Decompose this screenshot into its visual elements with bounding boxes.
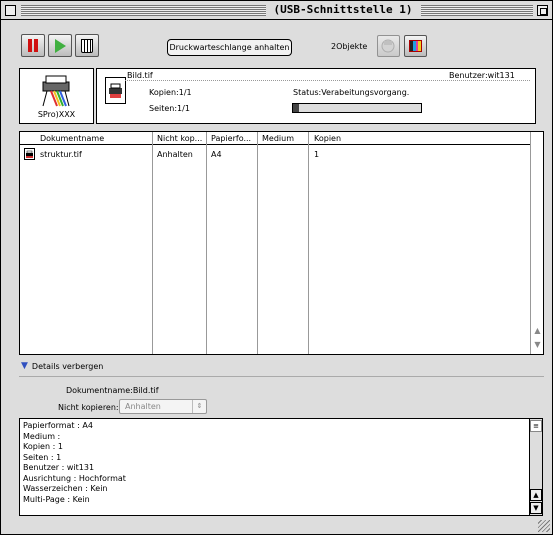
details-line: Ausrichtung : Hochformat (23, 473, 126, 483)
detail-hold-label: Nicht kopieren: (58, 403, 119, 412)
resize-grip-icon[interactable] (538, 520, 550, 532)
ink-levels-icon (381, 39, 395, 53)
col-divider (152, 132, 153, 354)
pause-queue-button[interactable]: Druckwarteschlange anhalten (167, 39, 292, 56)
close-box[interactable] (5, 5, 16, 16)
play-icon (54, 38, 66, 53)
disclosure-triangle-icon[interactable]: ▼ (21, 361, 28, 371)
pause-button[interactable] (21, 34, 45, 57)
detail-document-name: Dokumentname:Bild.tif (66, 386, 159, 395)
details-toggle-label: Details verbergen (31, 361, 104, 371)
scroll-down-icon[interactable]: ▼ (530, 502, 542, 514)
printer-name: SPro)XXX (37, 110, 76, 119)
table-header: Dokumentname Nicht kop... Papierfo... Me… (20, 132, 543, 145)
details-line: Wasserzeichen : Kein (23, 484, 108, 493)
col-header-medium[interactable]: Medium (262, 134, 294, 143)
hold-select-value: Anhalten (125, 402, 161, 411)
print-queue-window: (USB-Schnittstelle 1) Druckwarteschlange… (0, 0, 553, 535)
scroll-up-icon[interactable]: ▲ (530, 489, 542, 501)
object-count: 2Objekte (331, 42, 368, 51)
printer-icon (42, 75, 70, 107)
document-icon (105, 77, 126, 104)
trash-icon (81, 38, 93, 53)
cell-copies: 1 (314, 150, 320, 159)
current-copies: Kopien:1/1 (149, 88, 192, 97)
document-file-icon (24, 148, 35, 160)
details-separator (19, 376, 544, 377)
window-title: (USB-Schnittstelle 1) (268, 3, 418, 16)
col-header-copies[interactable]: Kopien (314, 134, 341, 143)
details-textarea[interactable]: Papierformat : A4 Medium : Kopien : 1 Seite… (19, 418, 543, 516)
zoom-box[interactable] (537, 5, 548, 16)
current-status: Status:Verabeitungsvorgang. (293, 88, 410, 97)
cell-document-name: struktur.tif (40, 150, 82, 159)
cell-paper: A4 (211, 150, 222, 159)
details-line: Multi-Page : Kein (23, 494, 90, 504)
ink-cartridge-icon (409, 40, 422, 52)
current-user: Benutzer:wit131 (449, 71, 515, 80)
details-line: Medium : (23, 431, 61, 441)
col-header-name[interactable]: Dokumentname (40, 134, 104, 143)
printer-panel: SPro)XXX (19, 68, 94, 124)
progress-fill (293, 104, 300, 112)
col-header-hold[interactable]: Nicht kop... (157, 134, 202, 143)
progress-bar (292, 103, 422, 113)
col-divider (206, 132, 207, 354)
col-divider (308, 132, 309, 354)
ink-status-button[interactable] (377, 35, 400, 57)
col-header-paper[interactable]: Papierfo... (211, 134, 251, 143)
details-line: Benutzer : wit131 (23, 463, 95, 472)
hold-select[interactable]: Anhalten ⇕ (119, 399, 207, 414)
col-divider (257, 132, 258, 354)
textarea-scrollbar[interactable]: ≡ ▲ ▼ (529, 419, 542, 515)
current-job-panel: Bild.tif Benutzer:wit131 Kopien:1/1 Stat… (96, 68, 536, 124)
cell-hold: Anhalten (157, 150, 193, 159)
table-scrollbar[interactable]: ▲ ▼ (530, 132, 543, 354)
scroll-up-icon[interactable]: ▲ (532, 325, 543, 336)
ink-cartridge-button[interactable] (404, 35, 427, 57)
scroll-down-icon[interactable]: ▼ (532, 339, 543, 350)
current-filename: Bild.tif (127, 71, 153, 80)
details-line: Papierformat : A4 (23, 421, 93, 430)
details-toggle[interactable]: ▼ Details verbergen (21, 361, 103, 371)
pause-icon (27, 39, 39, 52)
title-stripes-left (21, 5, 266, 16)
title-bar[interactable]: (USB-Schnittstelle 1) (1, 1, 552, 20)
table-row[interactable]: struktur.tif Anhalten A4 1 (20, 146, 530, 162)
title-stripes-right (421, 5, 533, 16)
queue-table: Dokumentname Nicht kop... Papierfo... Me… (19, 131, 544, 355)
details-text: Papierformat : A4 Medium : Kopien : 1 Seite… (23, 421, 126, 505)
scroll-thumb[interactable]: ≡ (530, 420, 542, 432)
resume-button[interactable] (48, 34, 72, 57)
select-arrows-icon: ⇕ (192, 400, 206, 413)
header-divider (125, 80, 530, 81)
details-line: Kopien : 1 (23, 442, 63, 451)
details-line: Seiten : 1 (23, 452, 62, 462)
delete-button[interactable] (75, 34, 99, 57)
current-pages: Seiten:1/1 (149, 104, 190, 113)
